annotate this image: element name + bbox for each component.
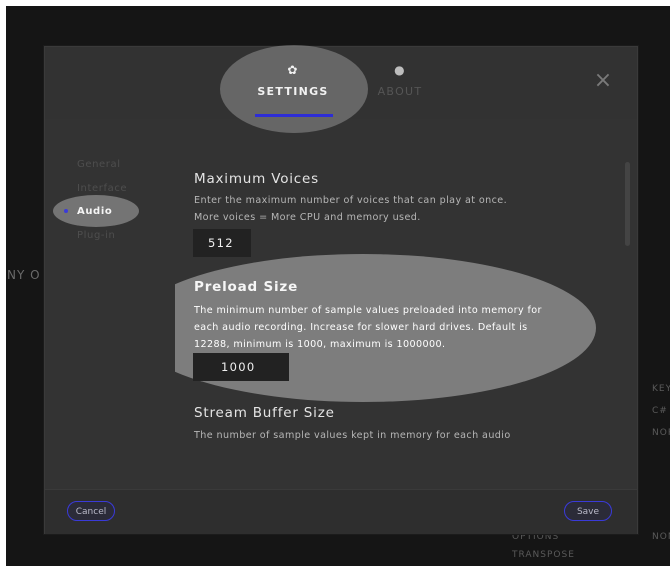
background-c-label: C# [652,406,668,416]
preload-size-input[interactable] [193,353,289,381]
background-key-label: KEY [652,384,670,394]
close-button[interactable]: × [593,68,613,93]
background-non-label: NON [652,532,670,542]
content-scrollbar[interactable] [625,162,630,246]
sidebar-item-audio[interactable]: Audio [77,206,112,217]
info-icon: ● [394,63,406,77]
background-strip [140,530,360,563]
tab-underline [255,114,333,117]
background-nor-label: NOR [652,428,670,438]
preload-size-title: Preload Size [194,279,299,295]
max-voices-desc-line1: Enter the maximum number of voices that … [194,195,508,206]
sidebar-item-plugin[interactable]: Plug-in [77,230,115,241]
preload-desc-line2: each audio recording. Increase for slowe… [194,322,528,333]
max-voices-input[interactable] [193,229,251,257]
tab-settings-label: SETTINGS [257,85,329,98]
preload-desc-line3: 12288, minimum is 1000, maximum is 10000… [194,339,446,350]
cancel-button[interactable]: Cancel [67,501,115,521]
max-voices-title: Maximum Voices [194,171,319,187]
save-button[interactable]: Save [564,501,612,521]
settings-modal: ✿ SETTINGS ● ABOUT × General Interface A… [44,45,638,534]
modal-header: ✿ SETTINGS ● ABOUT × [45,45,637,133]
sidebar-item-general[interactable]: General [77,159,121,170]
sidebar-item-interface[interactable]: Interface [77,183,127,194]
stream-buffer-desc-line1: The number of sample values kept in memo… [194,430,511,441]
settings-content: Maximum Voices Enter the maximum number … [175,119,637,489]
background-label: NY O [7,268,41,282]
background-transpose-label: TRANSPOSE [512,550,575,560]
tab-about[interactable]: ● ABOUT [355,61,445,98]
modal-footer: Cancel Save [45,489,637,534]
gear-icon: ✿ [287,63,299,77]
max-voices-desc-line2: More voices = More CPU and memory used. [194,212,421,223]
close-icon: × [593,68,613,93]
active-dot-icon [64,209,68,213]
tab-about-label: ABOUT [377,85,423,98]
stream-buffer-title: Stream Buffer Size [194,405,335,421]
tab-settings[interactable]: ✿ SETTINGS [248,61,338,98]
preload-desc-line1: The minimum number of sample values prel… [194,305,542,316]
